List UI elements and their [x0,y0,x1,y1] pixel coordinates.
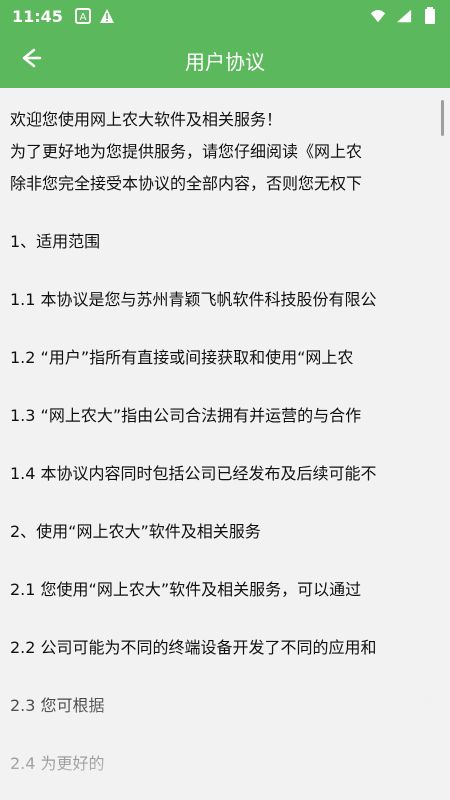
agreement-line-1-2: 1.2 “用户”指所有直接或间接获取和使用“网上农 [10,348,354,367]
agreement-line-2-3: 2.3 您可根据 [10,696,105,715]
status-time: 11:45 [12,6,63,26]
signal-icon [396,8,412,24]
agreement-line-2-1: 2.1 您使用“网上农大”软件及相关服务，可以通过 [10,580,362,599]
agreement-line-2-2: 2.2 公司可能为不同的终端设备开发了不同的应用和 [10,638,377,657]
agreement-line-3: 除非您完全接受本协议的全部内容，否则您无权下 [10,174,363,193]
section-2-title: 2、使用“网上农大”软件及相关服务 [10,522,261,541]
back-button[interactable] [10,40,50,80]
status-left-icons: A [74,8,115,24]
scroll-area[interactable]: 欢迎您使用网上农大软件及相关服务！ 为了更好地为您提供服务，请您仔细阅读《网上农… [0,88,450,800]
agreement-line-2: 为了更好地为您提供服务，请您仔细阅读《网上农 [10,142,363,161]
scrollbar[interactable] [441,100,444,136]
agreement-line-1: 欢迎您使用网上农大软件及相关服务！ [10,110,283,129]
status-right-icons [370,7,438,24]
agreement-content[interactable]: 欢迎您使用网上农大软件及相关服务！ 为了更好地为您提供服务，请您仔细阅读《网上农… [0,88,450,800]
wifi-icon [370,8,386,24]
section-1-title: 1、适用范围 [10,232,101,251]
warning-icon [99,8,115,24]
agreement-line-1-4: 1.4 本协议内容同时包括公司已经发布及后续可能不 [10,464,377,483]
status-bar: 11:45 A [0,0,450,32]
agreement-line-1-3: 1.3 “网上农大”指由公司合法拥有并运营的与合作 [10,406,362,425]
battery-icon [422,7,438,24]
agreement-line-1-1: 1.1 本协议是您与苏州青颖飞帆软件科技股份有限公 [10,290,377,309]
agreement-line-2-4: 2.4 为更好的 [10,754,105,773]
a-box-icon: A [74,8,91,24]
svg-text:A: A [80,12,87,23]
app-bar: 用户协议 [0,32,450,88]
arrow-left-icon [16,44,44,76]
page-title: 用户协议 [185,49,265,74]
